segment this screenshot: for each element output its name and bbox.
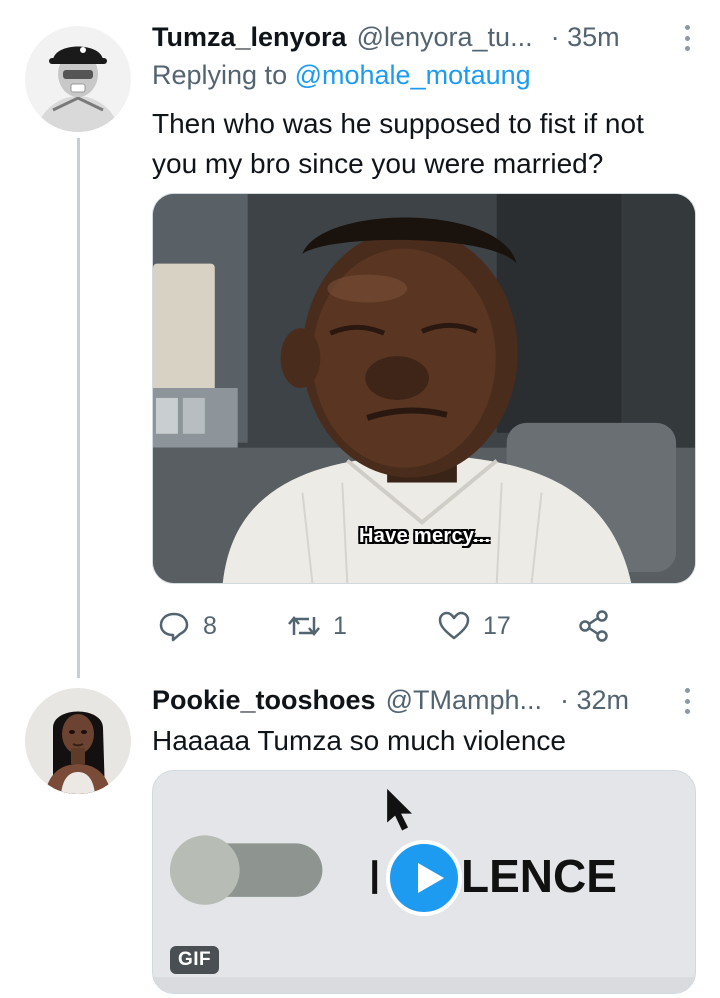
replying-prefix: Replying to [152,60,288,90]
reply-count: 8 [203,611,217,640]
play-icon[interactable] [386,840,462,916]
tweet-image[interactable]: Have mercy... [152,193,696,584]
share-nodes-icon [579,610,608,642]
share-button[interactable] [577,606,623,646]
like-button[interactable]: 17 [437,606,511,646]
avatar[interactable] [25,688,131,794]
display-name[interactable]: Tumza_lenyora [152,22,347,53]
image-caption: Have mercy... [359,525,491,547]
tweet-gif[interactable]: LENCE GIF [152,770,696,994]
gif-text: LENCE [461,850,617,902]
retweet-button[interactable]: 1 [287,606,347,646]
user-handle[interactable]: @TMamph... [386,685,542,716]
tweet-text: Haaaaa Tumza so much violence [152,725,566,756]
like-count: 17 [483,611,511,640]
display-name[interactable]: Pookie_tooshoes [152,685,376,716]
reply-button[interactable]: 8 [157,606,217,646]
vertical-dots-icon[interactable] [682,25,692,51]
gif-badge: GIF [170,946,220,974]
replying-to-mention[interactable]: @mohale_motaung [295,60,531,90]
heart-outline-icon [438,611,470,640]
thread-connector-line [77,138,80,678]
tweet-header: Tumza_lenyora @lenyora_tu... · 35m [152,17,700,57]
replying-to-line: Replying to @mohale_motaung [152,60,531,91]
tweet-actions: 8 1 17 [152,606,622,646]
tweet-text: Then who was he supposed to fist if not … [152,108,644,179]
timestamp[interactable]: · 32m [560,685,629,716]
avatar[interactable] [25,26,131,132]
vertical-dots-icon[interactable] [682,688,692,714]
retweet-arrows-icon [288,616,320,636]
user-handle[interactable]: @lenyora_tu... [357,22,533,53]
speech-bubble-icon [159,612,189,642]
tweet-header: Pookie_tooshoes @TMamph... · 32m [152,680,700,720]
timestamp[interactable]: · 35m [551,22,620,53]
retweet-count: 1 [333,611,347,640]
